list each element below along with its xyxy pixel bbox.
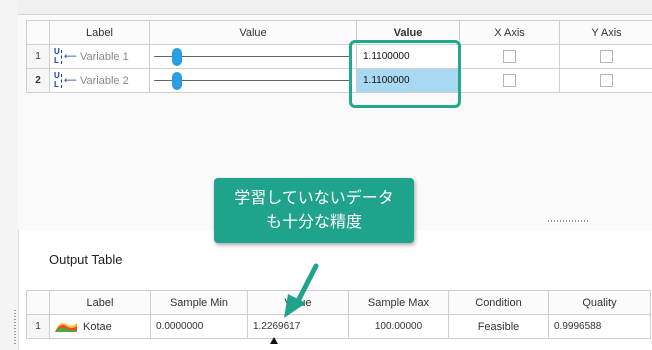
- col-header-sample-max[interactable]: Sample Max: [348, 290, 449, 315]
- row-number: 2: [26, 68, 50, 93]
- slider-track[interactable]: [154, 80, 352, 81]
- y-axis-cell: [559, 44, 652, 69]
- toolbar-band: [18, 0, 652, 15]
- row-number: 1: [26, 314, 50, 339]
- sample-min-cell: 0.0000000: [150, 314, 248, 339]
- x-axis-checkbox[interactable]: [503, 50, 516, 63]
- surface-plot-icon: [55, 322, 77, 332]
- table-row[interactable]: 2 U L ⟵ Variable 2 1.1100000: [26, 68, 652, 93]
- col-header-condition[interactable]: Condition: [448, 290, 549, 315]
- table-row[interactable]: 1 Kotae 0.0000000 1.2269617 100.00000 Fe…: [26, 314, 651, 339]
- output-label-cell: Kotae: [49, 314, 151, 339]
- output-label: Kotae: [83, 320, 112, 333]
- output-table-title: Output Table: [49, 252, 123, 267]
- callout-line-2: も十分な精度: [265, 213, 362, 231]
- col-header-y-axis[interactable]: Y Axis: [559, 20, 652, 45]
- x-axis-cell: [459, 44, 560, 69]
- condition-cell: Feasible: [448, 314, 549, 339]
- sample-max-cell: 100.00000: [348, 314, 449, 339]
- value-slider[interactable]: [149, 68, 357, 93]
- slider-thumb[interactable]: [172, 72, 182, 90]
- output-value-cell: 1.2269617: [247, 314, 349, 339]
- annotation-callout: 学習していないデータ も十分な精度: [214, 178, 414, 243]
- slider-track[interactable]: [154, 56, 352, 57]
- table-row[interactable]: 1 U L ⟵ Variable 1 1.1100000: [26, 44, 652, 69]
- corner-cell: [26, 290, 50, 315]
- col-header-value[interactable]: Value: [247, 290, 349, 315]
- y-axis-cell: [559, 68, 652, 93]
- resize-handle[interactable]: [14, 310, 16, 344]
- splitter-handle[interactable]: [548, 220, 588, 222]
- left-gutter: [0, 0, 19, 350]
- x-axis-cell: [459, 68, 560, 93]
- col-header-sample-min[interactable]: Sample Min: [150, 290, 248, 315]
- variable-label: Variable 2: [80, 74, 129, 87]
- y-axis-checkbox[interactable]: [600, 74, 613, 87]
- col-header-label[interactable]: Label: [49, 20, 150, 45]
- input-header-row: Label Value Value X Axis Y Axis: [26, 20, 652, 45]
- variable-label-cell: U L ⟵ Variable 1: [49, 44, 150, 69]
- output-table: Label Sample Min Value Sample Max Condit…: [26, 290, 651, 339]
- col-header-x-axis[interactable]: X Axis: [459, 20, 560, 45]
- col-header-quality[interactable]: Quality: [548, 290, 651, 315]
- input-variable-icon: U L ⟵: [54, 46, 77, 65]
- y-axis-checkbox[interactable]: [600, 50, 613, 63]
- input-variable-icon: U L ⟵: [54, 70, 77, 89]
- value-slider[interactable]: [149, 44, 357, 69]
- value-highlight-box: [349, 40, 461, 108]
- row-number: 1: [26, 44, 50, 69]
- x-axis-checkbox[interactable]: [503, 74, 516, 87]
- quality-cell: 0.9996588: [548, 314, 651, 339]
- variable-label-cell: U L ⟵ Variable 2: [49, 68, 150, 93]
- callout-line-1: 学習していないデータ: [234, 189, 394, 207]
- corner-cell: [26, 20, 50, 45]
- col-header-value-slider[interactable]: Value: [149, 20, 357, 45]
- output-header-row: Label Sample Min Value Sample Max Condit…: [26, 290, 651, 315]
- col-header-label[interactable]: Label: [49, 290, 151, 315]
- variable-label: Variable 1: [80, 50, 129, 63]
- input-table: Label Value Value X Axis Y Axis 1 U L ⟵ Var…: [26, 20, 652, 93]
- slider-thumb[interactable]: [172, 48, 182, 66]
- mouse-cursor-icon: [270, 337, 278, 344]
